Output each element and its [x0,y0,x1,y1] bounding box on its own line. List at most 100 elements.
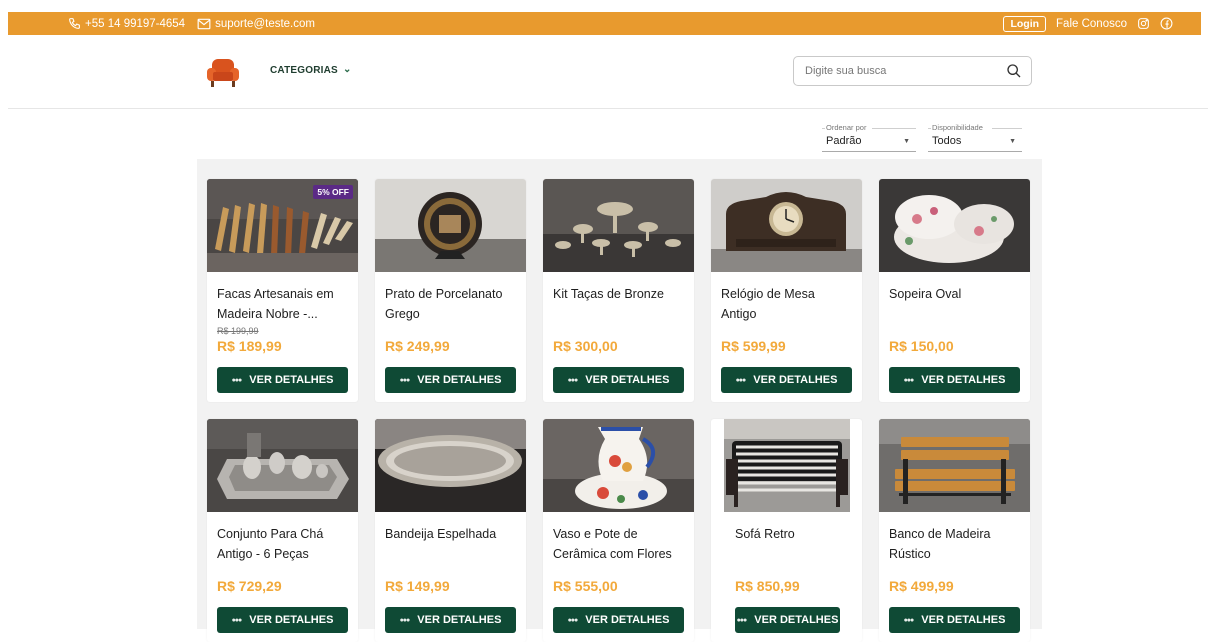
facebook-icon[interactable] [1160,17,1173,30]
login-button[interactable]: Login [1003,15,1047,32]
product-title[interactable]: Prato de Porcelanato Grego [385,284,517,324]
header-divider [8,108,1208,109]
product-card[interactable]: Sofá Retro R$ 850,99 ●●● VER DETALHES [711,419,862,642]
phone-contact[interactable]: +55 14 99197-4654 [68,17,185,30]
product-price: R$ 599,99 [721,338,786,354]
product-image[interactable] [711,179,862,272]
product-price: R$ 189,99 [217,338,282,354]
dots-icon: ●●● [231,376,243,384]
button-label: VER DETALHES [417,614,502,626]
button-label: VER DETALHES [417,374,502,386]
view-details-button[interactable]: ●●● VER DETALHES [553,607,684,633]
sort-label: Ordenar por [826,123,870,132]
search-box [793,56,1032,86]
view-details-button[interactable]: ●●● VER DETALHES [553,367,684,393]
caret-down-icon: ▼ [903,138,910,145]
categories-label: CATEGORIAS [270,65,338,76]
field-outline [822,128,825,129]
email-address: suporte@teste.com [215,17,315,30]
product-image[interactable] [375,179,526,272]
product-price: R$ 850,99 [735,578,800,594]
product-price: R$ 149,99 [385,578,450,594]
product-title[interactable]: Conjunto Para Chá Antigo - 6 Peças [217,524,349,564]
availability-select[interactable]: Disponibilidade Todos ▼ [928,123,1022,152]
dots-icon: ●●● [903,616,915,624]
instagram-icon[interactable] [1137,17,1150,30]
store-logo[interactable] [205,55,241,89]
dots-icon: ●●● [399,616,411,624]
phone-number: +55 14 99197-4654 [85,17,186,30]
mail-icon [197,18,211,30]
top-bar: +55 14 99197-4654 suporte@teste.com Logi… [8,12,1201,35]
product-card[interactable]: Sopeira Oval R$ 150,00 ●●● VER DETALHES [879,179,1030,402]
product-price: R$ 729,29 [217,578,282,594]
view-details-button[interactable]: ●●● VER DETALHES [889,367,1020,393]
availability-label: Disponibilidade [932,123,986,132]
view-details-button[interactable]: ●●● VER DETALHES [385,607,516,633]
button-label: VER DETALHES [921,614,1006,626]
product-title[interactable]: Banco de Madeira Rústico [889,524,1021,564]
product-card[interactable]: 5% OFF Facas Artesanais em Madeira Nobre… [207,179,358,402]
view-details-button[interactable]: ●●● VER DETALHES [721,367,852,393]
product-price: R$ 499,99 [889,578,954,594]
dots-icon: ●●● [399,376,411,384]
product-title[interactable]: Bandeija Espelhada [385,524,517,544]
product-title[interactable]: Kit Taças de Bronze [553,284,685,304]
view-details-button[interactable]: ●●● VER DETALHES [217,367,348,393]
contact-link[interactable]: Fale Conosco [1056,18,1127,30]
product-image[interactable] [879,419,1030,512]
view-details-button[interactable]: ●●● VER DETALHES [889,607,1020,633]
product-image[interactable] [724,419,850,512]
dots-icon: ●●● [567,376,579,384]
product-card[interactable]: Banco de Madeira Rústico R$ 499,99 ●●● VE… [879,419,1030,642]
product-card[interactable]: Kit Taças de Bronze R$ 300,00 ●●● VER DET… [543,179,694,402]
email-contact[interactable]: suporte@teste.com [197,18,315,30]
product-title[interactable]: Sofá Retro [735,524,862,544]
product-title[interactable]: Facas Artesanais em Madeira Nobre -... [217,284,349,324]
dots-icon: ●●● [231,616,243,624]
product-card[interactable]: Vaso e Pote de Cerâmica com Flores R$ 55… [543,419,694,642]
product-card[interactable]: Prato de Porcelanato Grego R$ 249,99 ●●●… [375,179,526,402]
product-image[interactable] [543,179,694,272]
search-icon[interactable] [1006,63,1022,84]
product-card[interactable]: Conjunto Para Chá Antigo - 6 Peças R$ 72… [207,419,358,642]
view-details-button[interactable]: ●●● VER DETALHES [385,367,516,393]
product-price: R$ 300,00 [553,338,618,354]
top-bar-actions: Login Fale Conosco [1003,12,1173,35]
product-price: R$ 555,00 [553,578,618,594]
top-bar-contacts: +55 14 99197-4654 suporte@teste.com [68,12,321,35]
product-card[interactable]: Relógio de Mesa Antigo R$ 599,99 ●●● VER … [711,179,862,402]
product-title[interactable]: Vaso e Pote de Cerâmica com Flores [553,524,685,564]
discount-badge: 5% OFF [313,185,353,199]
armchair-icon [207,59,239,87]
button-label: VER DETALHES [249,374,334,386]
product-image[interactable] [879,179,1030,272]
button-label: VER DETALHES [921,374,1006,386]
product-image[interactable] [543,419,694,512]
product-card[interactable]: Bandeija Espelhada R$ 149,99 ●●● VER DETA… [375,419,526,642]
search-input[interactable] [803,64,1002,78]
product-image[interactable] [207,419,358,512]
button-label: VER DETALHES [585,614,670,626]
field-outline [872,128,916,129]
button-label: VER DETALHES [585,374,670,386]
sort-value: Padrão [826,135,862,147]
view-details-button[interactable]: ●●● VER DETALHES [735,607,840,633]
dots-icon: ●●● [567,616,579,624]
product-price: R$ 150,00 [889,338,954,354]
sort-select[interactable]: Ordenar por Padrão ▼ [822,123,916,152]
button-label: VER DETALHES [753,374,838,386]
product-title[interactable]: Relógio de Mesa Antigo [721,284,853,324]
phone-icon [68,17,81,30]
view-details-button[interactable]: ●●● VER DETALHES [217,607,348,633]
dots-icon: ●●● [735,376,747,384]
product-title[interactable]: Sopeira Oval [889,284,1021,304]
field-outline [928,128,931,129]
availability-value: Todos [932,135,962,147]
product-image[interactable] [375,419,526,512]
button-label: VER DETALHES [249,614,334,626]
product-image[interactable]: 5% OFF [207,179,358,272]
product-price: R$ 249,99 [385,338,450,354]
caret-down-icon: ▼ [1009,138,1016,145]
categories-menu[interactable]: CATEGORIAS ⌄ [270,64,352,76]
